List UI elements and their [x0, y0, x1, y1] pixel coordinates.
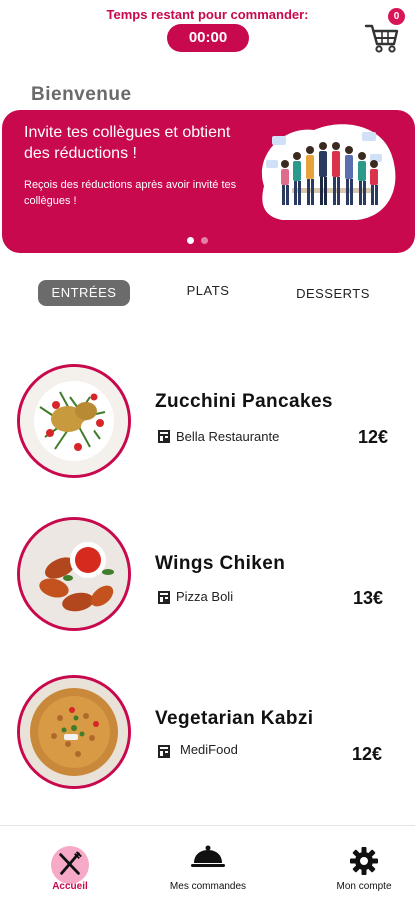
- banner-subtitle: Reçois des réductions après avoir invité…: [24, 179, 237, 207]
- store-icon: [158, 591, 170, 604]
- item-price: 13€: [353, 588, 384, 608]
- list-item[interactable]: Wings Chiken Pizza Boli 13€: [0, 515, 415, 645]
- carousel-dots[interactable]: [187, 231, 215, 249]
- restaurant-name: MediFood: [180, 742, 238, 757]
- nav-label: Accueil: [52, 881, 88, 892]
- dish-image: [17, 517, 131, 631]
- carousel-dot[interactable]: [201, 237, 208, 244]
- tab-entrees[interactable]: ENTRÉES: [38, 280, 130, 306]
- chicken-wings-image: [20, 520, 128, 628]
- banner-title: Invite tes collègues et obtient des rédu…: [24, 124, 231, 162]
- nav-label: Mon compte: [336, 881, 392, 892]
- carousel-dot[interactable]: [187, 237, 194, 244]
- list-item[interactable]: Vegetarian Kabzi MediFood 12€: [0, 672, 415, 802]
- category-tabs: ENTRÉES PLATS DESSERTS: [0, 278, 415, 308]
- cloche-icon: [191, 845, 225, 867]
- cart-count-badge: 0: [388, 8, 405, 25]
- restaurant-name: Pizza Boli: [176, 589, 234, 604]
- list-item[interactable]: Zucchini Pancakes Bella Restaurante 12€: [0, 360, 415, 490]
- colleagues-illustration: [261, 124, 396, 220]
- item-name: Vegetarian Kabzi: [155, 708, 314, 729]
- countdown-timer: 00:00: [167, 24, 249, 52]
- item-name: Wings Chiken: [155, 553, 286, 574]
- nav-accueil[interactable]: Accueil: [30, 826, 110, 901]
- dish-image: [17, 675, 131, 789]
- bottom-navigation: Accueil Mes commandes Mon compte: [0, 825, 415, 901]
- store-icon: [158, 745, 170, 758]
- nav-label: Mes commandes: [169, 881, 247, 892]
- item-name: Zucchini Pancakes: [155, 391, 333, 412]
- tab-desserts[interactable]: DESSERTS: [288, 281, 378, 307]
- vegetarian-kabzi-image: [20, 678, 128, 786]
- store-icon: [158, 430, 170, 443]
- item-price: 12€: [352, 744, 383, 764]
- promo-banner[interactable]: Invite tes collègues et obtient des rédu…: [2, 110, 415, 253]
- zucchini-pancakes-image: [20, 367, 128, 475]
- fork-knife-icon: [59, 851, 82, 875]
- welcome-heading: Bienvenue: [31, 84, 132, 105]
- gear-icon: [350, 847, 378, 875]
- dish-image: [17, 364, 131, 478]
- item-price: 12€: [358, 427, 389, 447]
- nav-mes-commandes[interactable]: Mes commandes: [158, 826, 258, 901]
- tab-plats[interactable]: PLATS: [178, 278, 238, 304]
- restaurant-name: Bella Restaurante: [176, 429, 280, 444]
- timer-label: Temps restant pour commander:: [106, 7, 309, 22]
- nav-mon-compte[interactable]: Mon compte: [322, 826, 406, 901]
